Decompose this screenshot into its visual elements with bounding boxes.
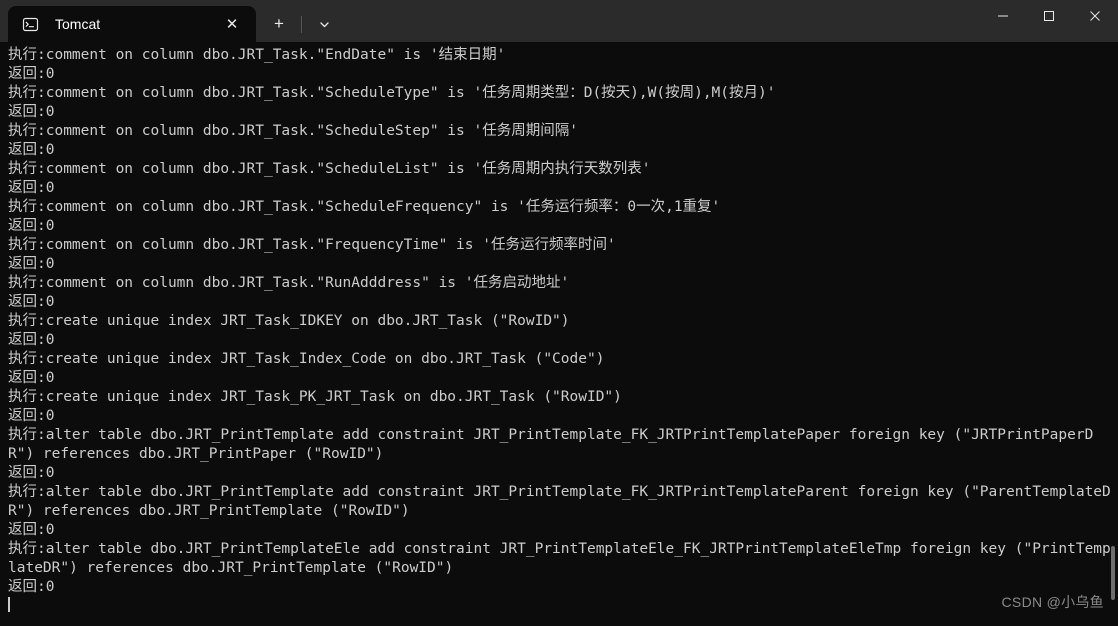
chevron-down-icon[interactable] bbox=[307, 9, 341, 39]
tab-title: Tomcat bbox=[55, 16, 101, 32]
maximize-button[interactable] bbox=[1026, 0, 1072, 32]
tab-strip: Tomcat ✕ + bbox=[0, 0, 341, 42]
terminal-output-text: 执行:comment on column dbo.JRT_Task."EndDa… bbox=[8, 47, 1111, 595]
terminal-output-pane[interactable]: 执行:comment on column dbo.JRT_Task."EndDa… bbox=[0, 42, 1118, 626]
tab-actions: + bbox=[256, 6, 341, 42]
title-bar: Tomcat ✕ + bbox=[0, 0, 1118, 42]
tab-actions-divider bbox=[301, 15, 302, 33]
terminal-window: Tomcat ✕ + 执行:comment on column dbo.JRT_… bbox=[0, 0, 1118, 626]
terminal-scrollbar[interactable] bbox=[1108, 42, 1118, 626]
close-button[interactable] bbox=[1072, 0, 1118, 32]
text-cursor bbox=[8, 597, 10, 612]
minimize-button[interactable] bbox=[980, 0, 1026, 32]
scrollbar-thumb[interactable] bbox=[1111, 546, 1115, 600]
watermark-text: CSDN @小乌鱼 bbox=[1001, 594, 1104, 610]
new-tab-button[interactable]: + bbox=[262, 9, 296, 39]
tab-tomcat[interactable]: Tomcat ✕ bbox=[8, 6, 256, 42]
tab-close-icon[interactable]: ✕ bbox=[218, 11, 246, 37]
command-prompt-icon bbox=[22, 16, 39, 33]
window-controls bbox=[980, 0, 1118, 42]
